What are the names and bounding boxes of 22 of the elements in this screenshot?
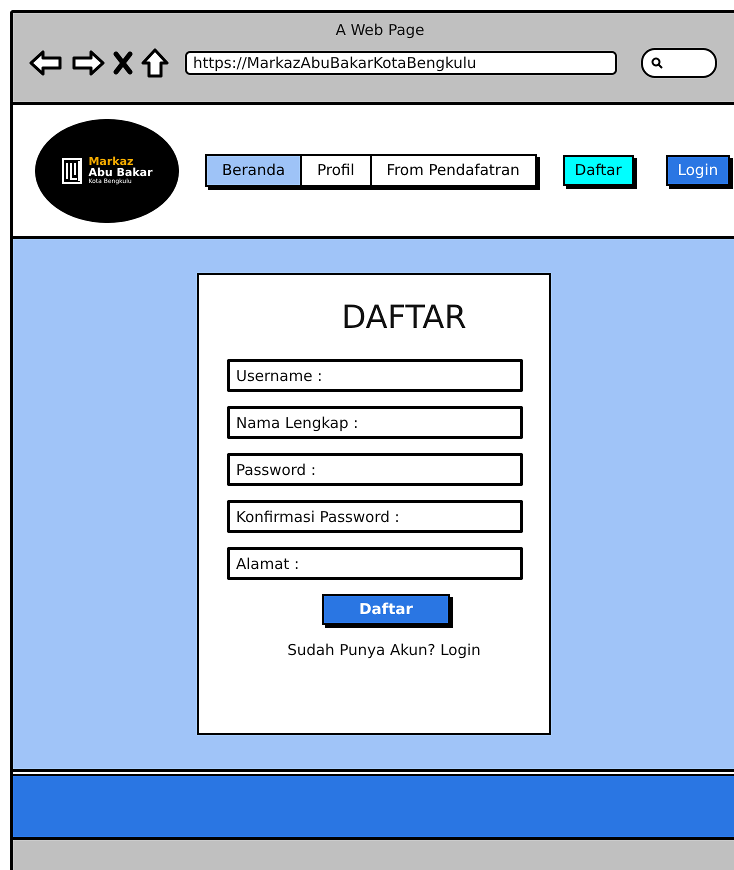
input-field[interactable]: Nama Lengkap : (227, 406, 523, 439)
calligraphy-icon (61, 156, 84, 184)
forward-arrow-icon[interactable] (71, 48, 105, 76)
nav-tab[interactable]: Beranda (207, 156, 302, 185)
header-button[interactable]: Login (666, 155, 730, 186)
window-title: A Web Page (334, 20, 426, 41)
home-icon[interactable] (141, 48, 169, 78)
logo-text: Abu Bakar (88, 167, 153, 179)
address-bar[interactable]: https://MarkazAbuBakarKotaBengkulu (185, 50, 617, 74)
logo-text: Markaz (88, 156, 134, 168)
back-arrow-icon[interactable] (29, 48, 63, 76)
form-title: DAFTAR (340, 297, 468, 338)
input-field[interactable]: Konfirmasi Password : (227, 500, 523, 533)
input-field[interactable]: Password : (227, 453, 523, 486)
submit-button[interactable]: Daftar (322, 594, 450, 625)
input-field[interactable]: Alamat : (227, 547, 523, 580)
search-icon (651, 56, 663, 68)
input-field[interactable]: Username : (227, 359, 523, 392)
close-icon[interactable] (113, 50, 133, 74)
search-field[interactable] (641, 48, 717, 78)
login-prompt: Sudah Punya Akun? Login (287, 641, 481, 659)
header-button[interactable]: Daftar (562, 155, 634, 186)
